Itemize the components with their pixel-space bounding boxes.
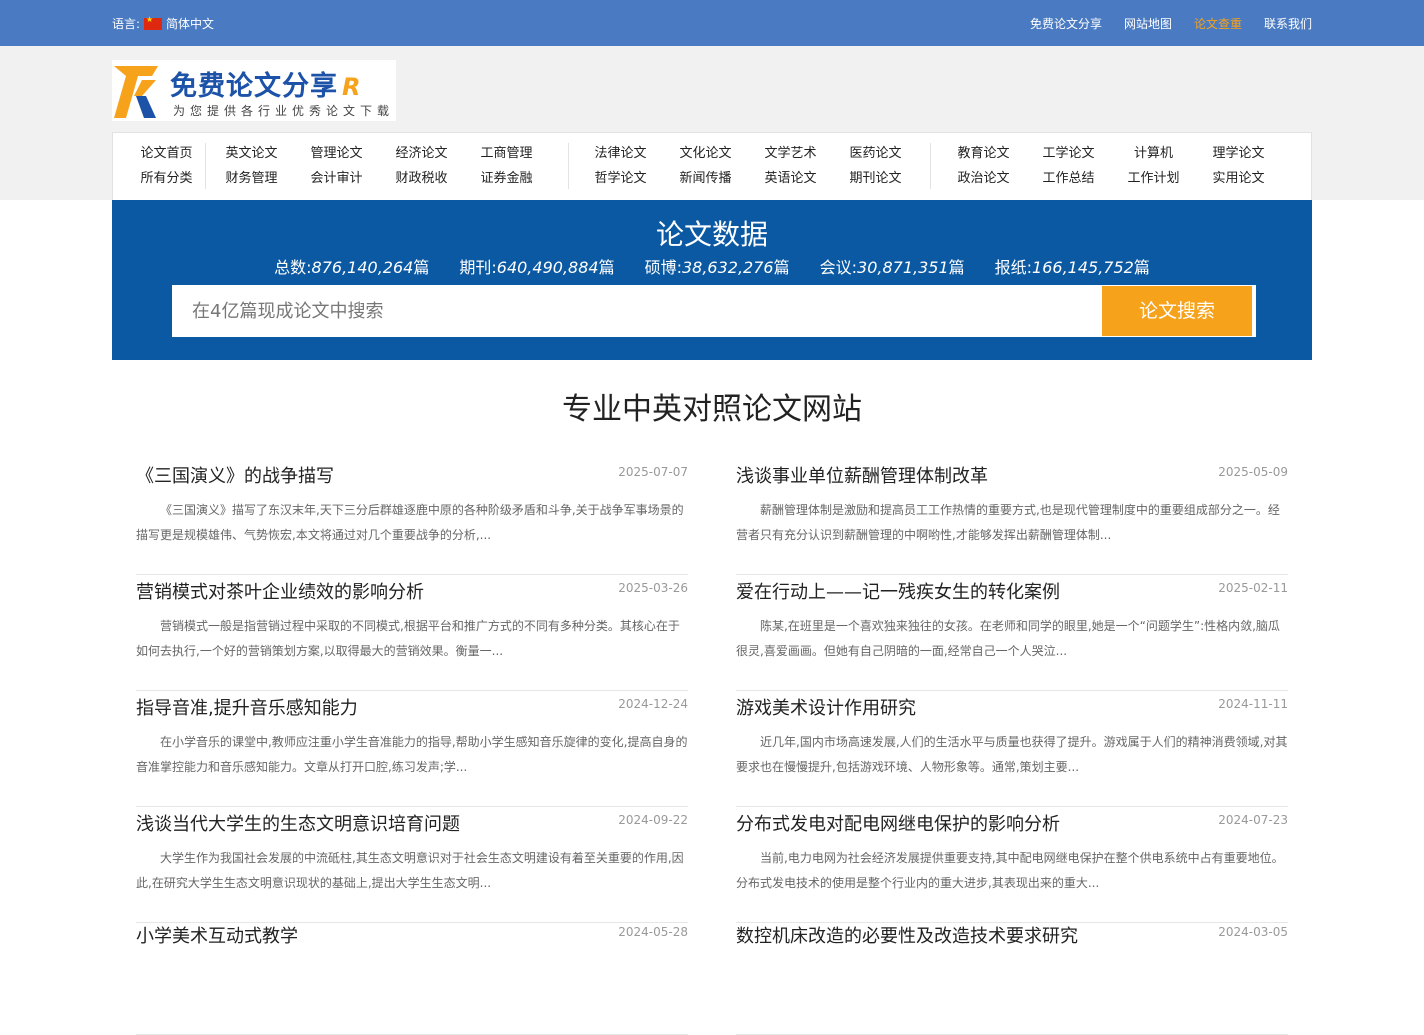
article-title[interactable]: 营销模式对茶叶企业绩效的影响分析 <box>136 578 424 604</box>
stat-newspaper: 报纸:166,145,752篇 <box>994 258 1150 277</box>
category-group-3: 教育论文 政治论文 工学论文 工作总结 计算机 工作计划 理学论文 实用论文 <box>941 141 1281 191</box>
category-link[interactable]: 英文论文 <box>209 141 294 166</box>
article-item[interactable]: 《三国演义》的战争描写 2025-07-07 《三国演义》描写了东汉末年,天下三… <box>136 462 688 575</box>
article-summary: 《三国演义》描写了东汉末年,天下三分后群雄逐鹿中原的各种阶级矛盾和斗争,关于战争… <box>136 503 684 542</box>
category-link[interactable]: 会计审计 <box>294 166 379 191</box>
category-link[interactable]: 财政税收 <box>379 166 464 191</box>
article-title[interactable]: 数控机床改造的必要性及改造技术要求研究 <box>736 922 1078 948</box>
stat-total: 总数:876,140,264篇 <box>274 258 430 277</box>
category-link[interactable]: 医药论文 <box>833 141 918 166</box>
category-link[interactable]: 计算机 <box>1111 141 1196 166</box>
article-item[interactable]: 浅谈当代大学生的生态文明意识培育问题 2024-09-22 大学生作为我国社会发… <box>136 810 688 923</box>
article-title[interactable]: 小学美术互动式教学 <box>136 922 298 948</box>
article-summary: 薪酬管理体制是激励和提高员工工作热情的重要方式,也是现代管理制度中的重要组成部分… <box>736 503 1280 542</box>
divider <box>930 143 931 189</box>
article-item[interactable]: 小学美术互动式教学 2024-05-28 <box>136 922 688 1035</box>
article-date: 2024-11-11 <box>1218 697 1288 711</box>
language-label: 语言: <box>112 17 141 31</box>
search-button[interactable]: 论文搜索 <box>1102 286 1252 336</box>
logo-subtitle: 为您提供各行业优秀论文下载 <box>173 104 395 118</box>
article-date: 2025-03-26 <box>618 581 688 595</box>
top-bar: 语言: 简体中文 免费论文分享 网站地图 论文查重 联系我们 <box>0 0 1424 46</box>
divider <box>205 143 206 189</box>
article-date: 2024-09-22 <box>618 813 688 827</box>
section-title: 专业中英对照论文网站 <box>562 392 862 427</box>
search-input[interactable] <box>172 285 1122 337</box>
divider <box>568 143 569 189</box>
category-link[interactable]: 工作总结 <box>1026 166 1111 191</box>
nav-contact[interactable]: 联系我们 <box>1264 15 1312 32</box>
category-link[interactable]: 文学艺术 <box>748 141 833 166</box>
article-item[interactable]: 数控机床改造的必要性及改造技术要求研究 2024-03-05 <box>736 922 1288 1035</box>
stats-row: 总数:876,140,264篇 期刊:640,490,884篇 硕博:38,63… <box>112 254 1312 278</box>
top-nav: 免费论文分享 网站地图 论文查重 联系我们 <box>1030 15 1312 32</box>
article-date: 2024-03-05 <box>1218 925 1288 939</box>
article-title[interactable]: 浅谈事业单位薪酬管理体制改革 <box>736 462 988 488</box>
article-date: 2025-05-09 <box>1218 465 1288 479</box>
nav-sitemap[interactable]: 网站地图 <box>1124 15 1172 32</box>
logo-title: 免费论文分享 R <box>170 71 362 102</box>
category-link[interactable]: 经济论文 <box>379 141 464 166</box>
article-summary: 近几年,国内市场高速发展,人们的生活水平与质量也获得了提升。游戏属于人们的精神消… <box>736 735 1288 774</box>
category-link[interactable]: 哲学论文 <box>578 166 663 191</box>
category-link[interactable]: 文化论文 <box>663 141 748 166</box>
article-title[interactable]: 指导音准,提升音乐感知能力 <box>136 694 358 720</box>
article-title[interactable]: 浅谈当代大学生的生态文明意识培育问题 <box>136 810 460 836</box>
category-group-1: 论文首页 所有分类 英文论文 财务管理 管理论文 会计审计 经济论文 财政税收 … <box>124 141 549 191</box>
article-date: 2025-02-11 <box>1218 581 1288 595</box>
hero-banner: 论文数据 总数:876,140,264篇 期刊:640,490,884篇 硕博:… <box>112 200 1312 360</box>
category-link[interactable]: 实用论文 <box>1196 166 1281 191</box>
article-summary: 大学生作为我国社会发展的中流砥柱,其生态文明意识对于社会生态文明建设有着至关重要… <box>136 851 684 890</box>
article-item[interactable]: 指导音准,提升音乐感知能力 2024-12-24 在小学音乐的课堂中,教师应注重… <box>136 694 688 807</box>
article-item[interactable]: 爱在行动上——记一残疾女生的转化案例 2025-02-11 陈某,在班里是一个喜… <box>736 578 1288 691</box>
logo-mark-icon <box>114 66 158 118</box>
article-date: 2024-05-28 <box>618 925 688 939</box>
article-item[interactable]: 浅谈事业单位薪酬管理体制改革 2025-05-09 薪酬管理体制是激励和提高员工… <box>736 462 1288 575</box>
article-date: 2024-07-23 <box>1218 813 1288 827</box>
hero-title: 论文数据 <box>655 218 768 251</box>
category-link[interactable]: 法律论文 <box>578 141 663 166</box>
article-date: 2025-07-07 <box>618 465 688 479</box>
category-link[interactable]: 教育论文 <box>941 141 1026 166</box>
language-value[interactable]: 简体中文 <box>166 15 214 32</box>
category-link[interactable]: 期刊论文 <box>833 166 918 191</box>
category-link[interactable]: 管理论文 <box>294 141 379 166</box>
category-link[interactable]: 财务管理 <box>209 166 294 191</box>
category-link[interactable]: 新闻传播 <box>663 166 748 191</box>
search-box: 论文搜索 <box>172 285 1256 337</box>
article-item[interactable]: 分布式发电对配电网继电保护的影响分析 2024-07-23 当前,电力电网为社会… <box>736 810 1288 923</box>
category-link[interactable]: 政治论文 <box>941 166 1026 191</box>
category-link[interactable]: 英语论文 <box>748 166 833 191</box>
category-link[interactable]: 工学论文 <box>1026 141 1111 166</box>
article-summary: 陈某,在班里是一个喜欢独来独往的女孩。在老师和同学的眼里,她是一个“问题学生”:… <box>736 619 1280 658</box>
article-title[interactable]: 爱在行动上——记一残疾女生的转化案例 <box>736 578 1060 604</box>
site-logo[interactable]: 免费论文分享 R 为您提供各行业优秀论文下载 <box>112 60 396 121</box>
category-link[interactable]: 论文首页 <box>124 141 209 166</box>
article-summary: 在小学音乐的课堂中,教师应注重小学生音准能力的指导,帮助小学生感知音乐旋律的变化… <box>136 735 688 774</box>
article-title[interactable]: 《三国演义》的战争描写 <box>136 462 334 488</box>
category-nav: 论文首页 所有分类 英文论文 财务管理 管理论文 会计审计 经济论文 财政税收 … <box>112 132 1312 201</box>
article-summary: 当前,电力电网为社会经济发展提供重要支持,其中配电网继电保护在整个供电系统中占有… <box>736 851 1284 890</box>
article-title[interactable]: 游戏美术设计作用研究 <box>736 694 916 720</box>
category-group-2: 法律论文 哲学论文 文化论文 新闻传播 文学艺术 英语论文 医药论文 期刊论文 <box>578 141 918 191</box>
stat-journal: 期刊:640,490,884篇 <box>459 258 615 277</box>
article-date: 2024-12-24 <box>618 697 688 711</box>
article-item[interactable]: 营销模式对茶叶企业绩效的影响分析 2025-03-26 营销模式一般是指营销过程… <box>136 578 688 691</box>
article-title[interactable]: 分布式发电对配电网继电保护的影响分析 <box>736 810 1060 836</box>
china-flag-icon <box>144 15 163 30</box>
category-link[interactable]: 工作计划 <box>1111 166 1196 191</box>
article-summary: 营销模式一般是指营销过程中采取的不同模式,根据平台和推广方式的不同有多种分类。其… <box>136 619 680 658</box>
stat-conference: 会议:30,871,351篇 <box>819 258 965 277</box>
nav-free-share[interactable]: 免费论文分享 <box>1030 15 1102 32</box>
language-selector[interactable]: 语言: 简体中文 <box>112 15 214 32</box>
category-link[interactable]: 证券金融 <box>464 166 549 191</box>
stat-thesis: 硕博:38,632,276篇 <box>644 258 790 277</box>
category-link[interactable]: 所有分类 <box>124 166 209 191</box>
nav-plagiarism-check[interactable]: 论文查重 <box>1194 15 1242 32</box>
category-link[interactable]: 理学论文 <box>1196 141 1281 166</box>
category-link[interactable]: 工商管理 <box>464 141 549 166</box>
article-item[interactable]: 游戏美术设计作用研究 2024-11-11 近几年,国内市场高速发展,人们的生活… <box>736 694 1288 807</box>
